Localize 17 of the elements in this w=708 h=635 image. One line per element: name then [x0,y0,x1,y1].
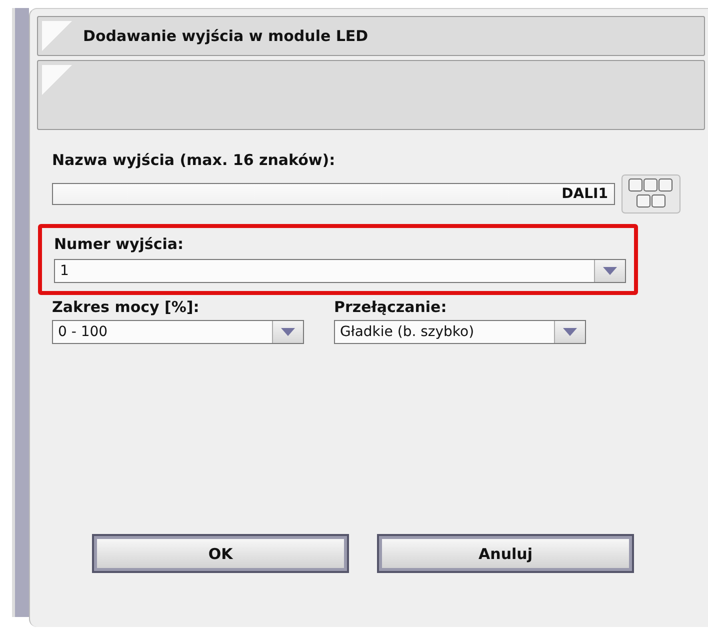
dialog-button[interactable]: OK [92,534,349,573]
field-label: Przełączanie: [334,298,447,316]
dropdown[interactable]: 1 [54,259,626,283]
dropdown[interactable]: Gładkie (b. szybko) [334,320,586,344]
keyboard-icon[interactable] [621,174,681,214]
dropdown[interactable]: 0 - 100 [52,320,304,344]
arrow-icon [281,328,295,336]
corner-icon [42,21,72,51]
field-label: Numer wyjścia: [54,235,184,253]
arrow-icon [563,328,577,336]
arrow-icon [603,267,617,275]
dialog-title: Dodawanie wyjścia w module LED [83,27,368,45]
field-label: Nazwa wyjścia (max. 16 znaków): [52,151,336,169]
corner-icon [42,65,72,95]
input-field[interactable]: DALI1 [52,183,615,205]
field-label: Zakres mocy [%]: [52,298,200,316]
dialog-button[interactable]: Anuluj [377,534,634,573]
